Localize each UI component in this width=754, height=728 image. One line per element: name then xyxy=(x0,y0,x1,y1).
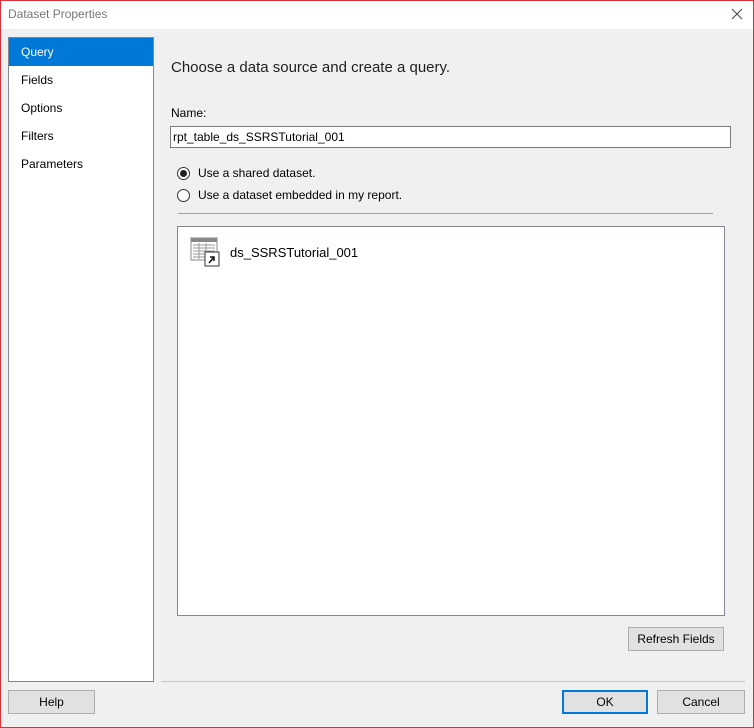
name-field[interactable] xyxy=(170,126,731,148)
sidebar-item-options[interactable]: Options xyxy=(9,94,153,122)
dataset-properties-dialog: Dataset Properties Query Fields Options … xyxy=(0,0,754,728)
radio-embedded-label: Use a dataset embedded in my report. xyxy=(198,188,403,202)
footer-divider xyxy=(161,681,745,682)
radio-shared-label: Use a shared dataset. xyxy=(198,166,316,180)
sidebar-nav: Query Fields Options Filters Parameters xyxy=(8,37,154,682)
refresh-fields-button[interactable]: Refresh Fields xyxy=(628,627,724,651)
radio-shared-dataset[interactable]: Use a shared dataset. xyxy=(177,165,315,181)
sidebar-item-query[interactable]: Query xyxy=(9,38,153,66)
cancel-button[interactable]: Cancel xyxy=(657,690,745,714)
close-icon[interactable] xyxy=(729,6,745,22)
radio-embedded-dataset[interactable]: Use a dataset embedded in my report. xyxy=(177,187,402,203)
dataset-name: ds_SSRSTutorial_001 xyxy=(230,244,359,260)
list-item[interactable]: ds_SSRSTutorial_001 xyxy=(190,237,358,267)
sidebar-item-fields[interactable]: Fields xyxy=(9,66,153,94)
window-title: Dataset Properties xyxy=(8,7,108,21)
title-bar: Dataset Properties xyxy=(1,1,753,29)
help-button[interactable]: Help xyxy=(8,690,95,714)
ok-button[interactable]: OK xyxy=(562,690,648,714)
sidebar-item-parameters[interactable]: Parameters xyxy=(9,150,153,178)
shared-dataset-icon xyxy=(190,237,220,267)
radio-button-unchecked[interactable] xyxy=(177,188,190,202)
radio-button-checked[interactable] xyxy=(177,166,190,180)
sidebar-item-filters[interactable]: Filters xyxy=(9,122,153,150)
divider xyxy=(178,213,713,214)
page-heading: Choose a data source and create a query. xyxy=(171,59,451,76)
name-label: Name: xyxy=(171,106,207,120)
shared-dataset-list[interactable]: ds_SSRSTutorial_001 xyxy=(177,226,725,616)
